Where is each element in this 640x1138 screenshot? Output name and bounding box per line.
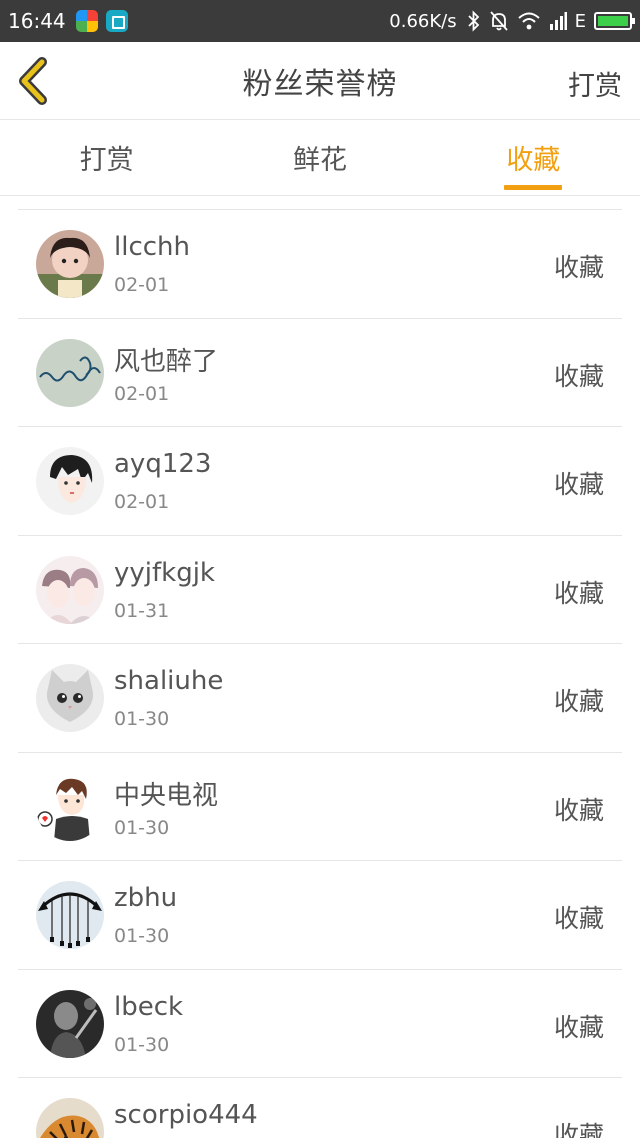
list-item[interactable]: 中央电视 01-30 收藏 xyxy=(18,753,622,861)
avatar xyxy=(36,772,104,841)
avatar xyxy=(36,664,104,732)
avatar xyxy=(36,447,104,515)
bluetooth-icon xyxy=(467,10,481,32)
list-item[interactable]: shaliuhe 01-30 收藏 xyxy=(18,644,622,753)
page-title: 粉丝荣誉榜 xyxy=(242,66,398,102)
fan-name: yyjfkgjk xyxy=(114,557,215,588)
tab-reward[interactable]: 打赏 xyxy=(0,120,213,195)
back-button[interactable] xyxy=(14,56,54,106)
list-item[interactable]: 风也醉了 02-01 收藏 xyxy=(18,319,622,427)
fan-name: zbhu xyxy=(114,883,178,913)
active-tab-indicator xyxy=(504,185,563,190)
tab-label: 鲜花 xyxy=(292,145,347,176)
tab-bar: 打赏 鲜花 收藏 xyxy=(0,120,640,196)
list-item[interactable]: llcchh 02-01 收藏 xyxy=(18,210,622,319)
app-icon-crop xyxy=(105,10,128,32)
favorite-label: 收藏 xyxy=(553,578,604,608)
app-icon-colorful xyxy=(75,10,98,32)
tab-label: 收藏 xyxy=(506,145,561,176)
fan-name: ayq123 xyxy=(114,449,212,479)
network-speed: 0.66K/s xyxy=(389,10,457,32)
tab-flowers[interactable]: 鲜花 xyxy=(213,120,426,195)
fan-list: llcchh 02-01 收藏 风也醉了 02-01 收藏 ayq123 02-… xyxy=(18,209,622,1138)
fan-name: 中央电视 xyxy=(114,780,219,811)
fan-name: lbeck xyxy=(114,991,184,1022)
wifi-icon xyxy=(517,11,541,31)
favorite-label: 收藏 xyxy=(553,687,604,716)
avatar xyxy=(36,989,104,1058)
favorite-label: 收藏 xyxy=(553,904,604,933)
favorite-label: 收藏 xyxy=(553,1012,604,1042)
favorite-label: 收藏 xyxy=(553,361,604,391)
favorite-label: 收藏 xyxy=(553,253,604,282)
avatar xyxy=(36,881,104,949)
favorite-label: 收藏 xyxy=(553,470,604,499)
fan-name: llcchh xyxy=(114,232,190,262)
fan-date: 01-31 xyxy=(114,599,170,622)
battery-charging-icon xyxy=(594,12,635,30)
avatar xyxy=(36,230,104,298)
fan-date: 02-01 xyxy=(114,382,170,405)
bell-off-icon xyxy=(489,10,509,32)
fan-name: 风也醉了 xyxy=(114,346,219,377)
chevron-left-icon xyxy=(19,57,47,105)
tab-favorites[interactable]: 收藏 xyxy=(427,120,640,195)
top-nav-bar: 粉丝荣誉榜 打赏 xyxy=(0,42,640,120)
list-item[interactable]: lbeck 01-30 收藏 xyxy=(18,970,622,1078)
list-item[interactable]: ayq123 02-01 收藏 xyxy=(18,427,622,536)
fan-date: 02-01 xyxy=(114,491,170,513)
fan-date: 01-30 xyxy=(114,708,170,730)
signal-icon xyxy=(549,12,567,30)
status-time: 16:44 xyxy=(8,9,66,33)
reward-button[interactable]: 打赏 xyxy=(568,64,622,103)
fan-date: 01-30 xyxy=(114,925,170,947)
list-item[interactable]: scorpio444 收藏 xyxy=(18,1078,622,1138)
tab-label: 打赏 xyxy=(79,145,134,176)
network-type: E xyxy=(574,10,586,32)
avatar xyxy=(36,338,104,407)
list-item[interactable]: zbhu 01-30 收藏 xyxy=(18,861,622,970)
fan-name: scorpio444 xyxy=(114,1100,258,1130)
favorite-label: 收藏 xyxy=(553,795,604,825)
status-bar: 16:44 0.66K/s E xyxy=(0,0,640,42)
avatar xyxy=(36,1098,104,1138)
favorite-label: 收藏 xyxy=(553,1121,604,1138)
list-item[interactable]: yyjfkgjk 01-31 收藏 xyxy=(18,536,622,644)
fan-date: 02-01 xyxy=(114,274,170,296)
fan-date: 01-30 xyxy=(114,816,170,839)
fan-date: 01-30 xyxy=(114,1033,170,1056)
avatar xyxy=(36,555,104,624)
fan-name: shaliuhe xyxy=(114,666,224,696)
